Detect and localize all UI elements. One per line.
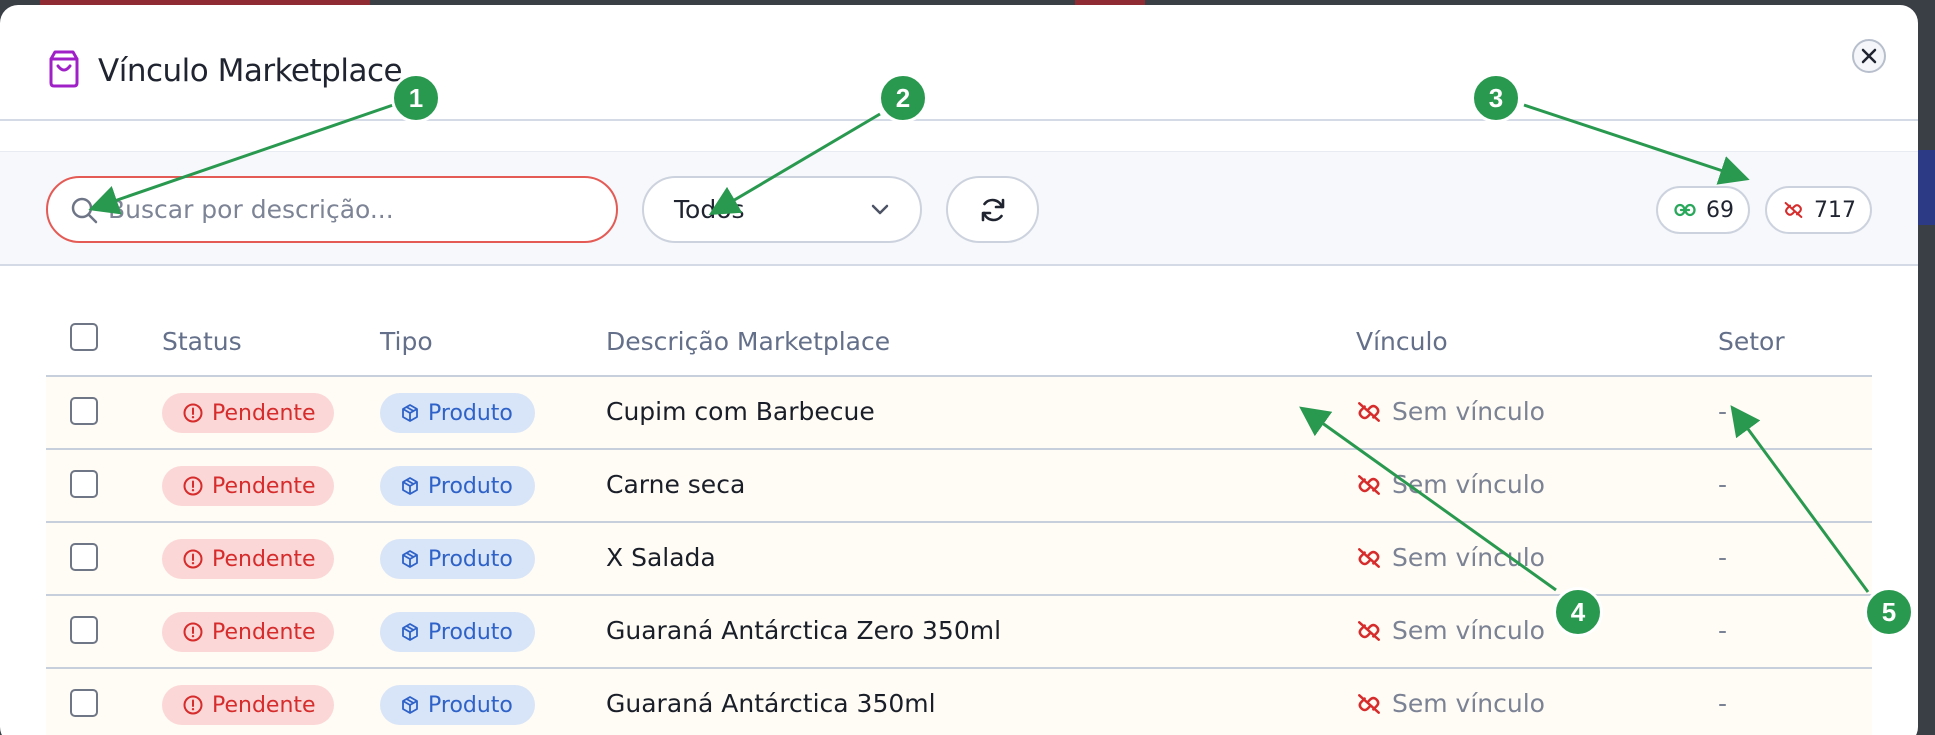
tipo-label: Produto <box>428 692 513 718</box>
tipo-badge: Produto <box>380 539 535 579</box>
column-header-status[interactable]: Status <box>162 327 242 356</box>
close-icon <box>1861 48 1877 64</box>
status-label: Pendente <box>212 619 316 645</box>
search-icon <box>71 197 98 223</box>
setor-cell: - <box>1718 397 1728 426</box>
link-status-label: Sem vínculo <box>1392 543 1545 572</box>
tipo-badge: Produto <box>380 612 535 652</box>
table-row[interactable]: Pendente Produto Carne seca Sem vínculo … <box>46 450 1872 523</box>
row-checkbox[interactable] <box>70 616 98 644</box>
unlink-icon <box>1358 620 1380 641</box>
status-label: Pendente <box>212 692 316 718</box>
alert-circle-icon <box>183 549 203 569</box>
status-badge: Pendente <box>162 539 334 579</box>
status-label: Pendente <box>212 473 316 499</box>
tipo-label: Produto <box>428 400 513 426</box>
setor-cell: - <box>1718 689 1728 718</box>
description-cell: Carne seca <box>606 470 746 499</box>
unlink-icon <box>1784 201 1803 219</box>
table-row[interactable]: Pendente Produto Cupim com Barbecue Sem … <box>46 377 1872 450</box>
marketplace-items-table: Status Tipo Descrição Marketplace Víncul… <box>46 301 1872 735</box>
status-badge: Pendente <box>162 612 334 652</box>
link-status-cell[interactable]: Sem vínculo <box>1356 616 1545 645</box>
column-header-setor[interactable]: Setor <box>1718 327 1785 356</box>
link-status-label: Sem vínculo <box>1392 689 1545 718</box>
background-element <box>1915 150 1935 225</box>
link-status-cell[interactable]: Sem vínculo <box>1356 397 1545 426</box>
row-checkbox[interactable] <box>70 543 98 571</box>
description-cell: Cupim com Barbecue <box>606 397 875 426</box>
alert-circle-icon <box>183 695 203 715</box>
refresh-icon <box>981 198 1004 221</box>
table-row[interactable]: Pendente Produto Guaraná Antárctica Zero… <box>46 596 1872 669</box>
row-checkbox[interactable] <box>70 470 98 498</box>
close-button[interactable] <box>1852 39 1886 73</box>
column-header-vinculo[interactable]: Vínculo <box>1356 327 1448 356</box>
unlink-icon <box>1358 693 1380 714</box>
filter-toolbar: Todos 69 <box>0 151 1918 266</box>
unlink-icon <box>1358 547 1380 568</box>
setor-cell: - <box>1718 543 1728 572</box>
link-status-cell[interactable]: Sem vínculo <box>1356 543 1545 572</box>
tipo-label: Produto <box>428 619 513 645</box>
tipo-badge: Produto <box>380 393 535 433</box>
column-header-tipo[interactable]: Tipo <box>380 327 433 356</box>
column-header-descricao[interactable]: Descrição Marketplace <box>606 327 890 356</box>
table-body: Pendente Produto Cupim com Barbecue Sem … <box>46 377 1872 735</box>
box-icon <box>402 623 418 641</box>
box-icon <box>402 404 418 422</box>
link-status-cell[interactable]: Sem vínculo <box>1356 470 1545 499</box>
status-filter-select[interactable]: Todos <box>642 176 922 243</box>
unlinked-count-badge[interactable]: 717 <box>1765 186 1872 234</box>
box-icon <box>402 696 418 714</box>
table-header: Status Tipo Descrição Marketplace Víncul… <box>46 301 1872 377</box>
description-cell: Guaraná Antárctica 350ml <box>606 689 936 718</box>
unlinked-count: 717 <box>1814 197 1856 223</box>
setor-cell: - <box>1718 470 1728 499</box>
alert-circle-icon <box>183 476 203 496</box>
modal-header: Vínculo Marketplace <box>0 5 1918 121</box>
description-cell: Guaraná Antárctica Zero 350ml <box>606 616 1002 645</box>
table-row[interactable]: Pendente Produto X Salada Sem vínculo - <box>46 523 1872 596</box>
modal-title: Vínculo Marketplace <box>98 53 403 89</box>
link-status-cell[interactable]: Sem vínculo <box>1356 689 1545 718</box>
link-status-label: Sem vínculo <box>1392 397 1545 426</box>
linked-count-badge[interactable]: 69 <box>1656 186 1750 234</box>
link-status-label: Sem vínculo <box>1392 616 1545 645</box>
link-icon <box>1674 203 1696 217</box>
tipo-label: Produto <box>428 546 513 572</box>
status-badge: Pendente <box>162 393 334 433</box>
tipo-label: Produto <box>428 473 513 499</box>
table-row[interactable]: Pendente Produto Guaraná Antárctica 350m… <box>46 669 1872 735</box>
box-icon <box>402 477 418 495</box>
status-badge: Pendente <box>162 685 334 725</box>
link-status-label: Sem vínculo <box>1392 470 1545 499</box>
status-label: Pendente <box>212 546 316 572</box>
search-field[interactable] <box>46 176 618 243</box>
refresh-button[interactable] <box>946 176 1039 243</box>
unlink-icon <box>1358 474 1380 495</box>
search-input[interactable] <box>108 195 588 224</box>
chevron-down-icon <box>871 204 889 214</box>
row-checkbox[interactable] <box>70 689 98 717</box>
setor-cell: - <box>1718 616 1728 645</box>
select-all-checkbox[interactable] <box>70 323 98 351</box>
status-filter-value: Todos <box>674 195 745 224</box>
description-cell: X Salada <box>606 543 716 572</box>
tipo-badge: Produto <box>380 466 535 506</box>
status-label: Pendente <box>212 400 316 426</box>
alert-circle-icon <box>183 622 203 642</box>
status-badge: Pendente <box>162 466 334 506</box>
alert-circle-icon <box>183 403 203 423</box>
tipo-badge: Produto <box>380 685 535 725</box>
linked-count: 69 <box>1706 197 1734 223</box>
unlink-icon <box>1358 401 1380 422</box>
shopping-bag-icon <box>49 50 79 88</box>
box-icon <box>402 550 418 568</box>
row-checkbox[interactable] <box>70 397 98 425</box>
marketplace-link-modal: Vínculo Marketplace Todos <box>0 5 1918 735</box>
